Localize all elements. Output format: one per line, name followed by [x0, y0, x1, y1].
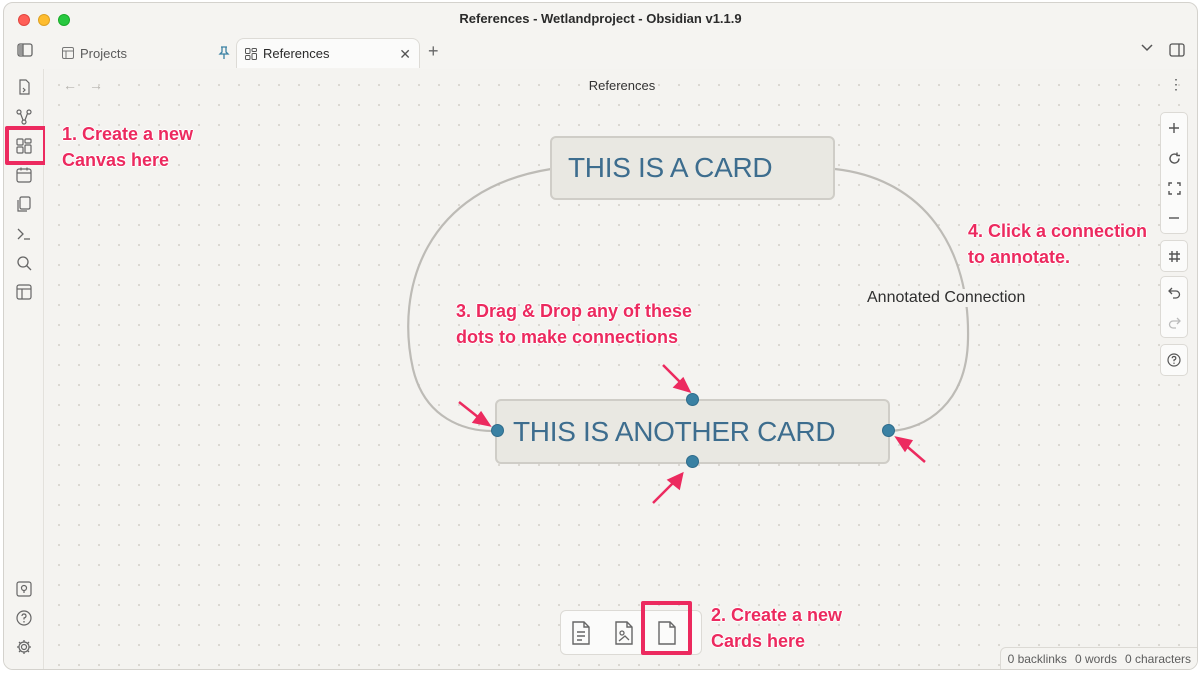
- redo-button[interactable]: [1161, 307, 1187, 337]
- graph-view-icon[interactable]: [16, 109, 32, 125]
- blank-card-highlight: [641, 601, 692, 655]
- title-bar: References - Wetlandproject - Obsidian v…: [4, 3, 1197, 33]
- close-window-button[interactable]: [18, 14, 30, 26]
- left-ribbon: [4, 69, 47, 669]
- annotation-step-2: 2. Create a new Cards here: [711, 602, 842, 654]
- command-palette-icon[interactable]: [16, 226, 32, 242]
- close-tab-icon[interactable]: ✕: [399, 46, 411, 63]
- pin-icon[interactable]: [218, 46, 230, 60]
- help-control: [1160, 344, 1188, 376]
- minus-icon: [1169, 217, 1179, 219]
- help-icon[interactable]: [16, 610, 32, 626]
- chevron-down-icon[interactable]: [1141, 44, 1153, 52]
- document-image-icon: [615, 621, 633, 645]
- history-controls: [1160, 276, 1188, 338]
- minimize-window-button[interactable]: [38, 14, 50, 26]
- tab-bar: Projects References ✕ +: [4, 33, 1197, 69]
- calendar-icon[interactable]: [16, 167, 32, 183]
- tab-references[interactable]: References ✕: [236, 38, 420, 68]
- annotation-line: 2. Create a new: [711, 605, 843, 625]
- canvas-button-highlight: [5, 126, 47, 165]
- window-controls: [18, 14, 70, 26]
- tab-label: References: [263, 46, 330, 61]
- annotation-arrows: [458, 364, 926, 504]
- annotation-step-1: 1. Create a new Canvas here: [62, 121, 193, 173]
- canvas-view[interactable]: ← → References ⋮ THIS IS A CARD THIS IS …: [45, 69, 1197, 669]
- search-icon[interactable]: [16, 255, 32, 271]
- reset-zoom-button[interactable]: [1161, 143, 1187, 173]
- backlinks-count[interactable]: 0 backlinks: [1008, 652, 1067, 666]
- undo-button[interactable]: [1161, 277, 1187, 307]
- fullscreen-icon: [1167, 181, 1181, 195]
- zoom-to-fit-button[interactable]: [1161, 173, 1187, 203]
- workspace-layout-icon[interactable]: [16, 284, 32, 300]
- tab-projects[interactable]: Projects: [54, 38, 236, 68]
- undo-icon: [1167, 287, 1180, 299]
- canvas-icon: [245, 47, 257, 60]
- templates-icon[interactable]: [16, 196, 32, 212]
- zoom-out-button[interactable]: [1161, 203, 1187, 233]
- document-text-icon: [572, 621, 590, 645]
- annotation-step-4: 4. Click a connection to annotate.: [968, 218, 1147, 270]
- add-note-card-button[interactable]: [567, 619, 595, 647]
- zoom-in-button[interactable]: [1161, 113, 1187, 143]
- plus-icon: [1169, 123, 1179, 133]
- tab-label: Projects: [80, 45, 127, 61]
- zoom-window-button[interactable]: [58, 14, 70, 26]
- zoom-controls: [1160, 112, 1188, 234]
- window-title: References - Wetlandproject - Obsidian v…: [459, 10, 742, 26]
- annotation-line: 1. Create a new: [62, 124, 194, 144]
- grid-control: [1160, 240, 1188, 272]
- sidebar-toggle-icon[interactable]: [17, 43, 33, 57]
- help-circle-icon: [1167, 353, 1181, 367]
- annotation-step-3: 3. Drag & Drop any of these dots to make…: [456, 298, 692, 350]
- table-icon: [62, 47, 74, 59]
- snap-to-grid-button[interactable]: [1161, 241, 1187, 271]
- vault-switcher-icon[interactable]: [16, 581, 32, 597]
- character-count: 0 characters: [1124, 652, 1191, 666]
- annotation-line: to annotate.: [968, 247, 1070, 267]
- annotation-line: 4. Click a connection: [968, 221, 1148, 241]
- grid-icon: [1168, 250, 1180, 262]
- redo-icon: [1168, 317, 1181, 329]
- word-count: 0 words: [1074, 652, 1117, 666]
- add-media-card-button[interactable]: [610, 619, 638, 647]
- annotation-line: 3. Drag & Drop any of these: [456, 301, 693, 321]
- rotate-icon: [1168, 152, 1180, 164]
- quick-switcher-icon[interactable]: [16, 79, 32, 95]
- right-sidebar-toggle-icon[interactable]: [1169, 43, 1185, 57]
- new-tab-button[interactable]: +: [428, 41, 439, 62]
- annotation-line: Canvas here: [62, 150, 170, 170]
- canvas-help-button[interactable]: [1161, 345, 1187, 375]
- settings-gear-icon[interactable]: [16, 639, 32, 655]
- annotation-line: Cards here: [711, 631, 806, 651]
- status-bar: 0 backlinks 0 words 0 characters: [999, 647, 1197, 669]
- annotation-line: dots to make connections: [456, 327, 679, 347]
